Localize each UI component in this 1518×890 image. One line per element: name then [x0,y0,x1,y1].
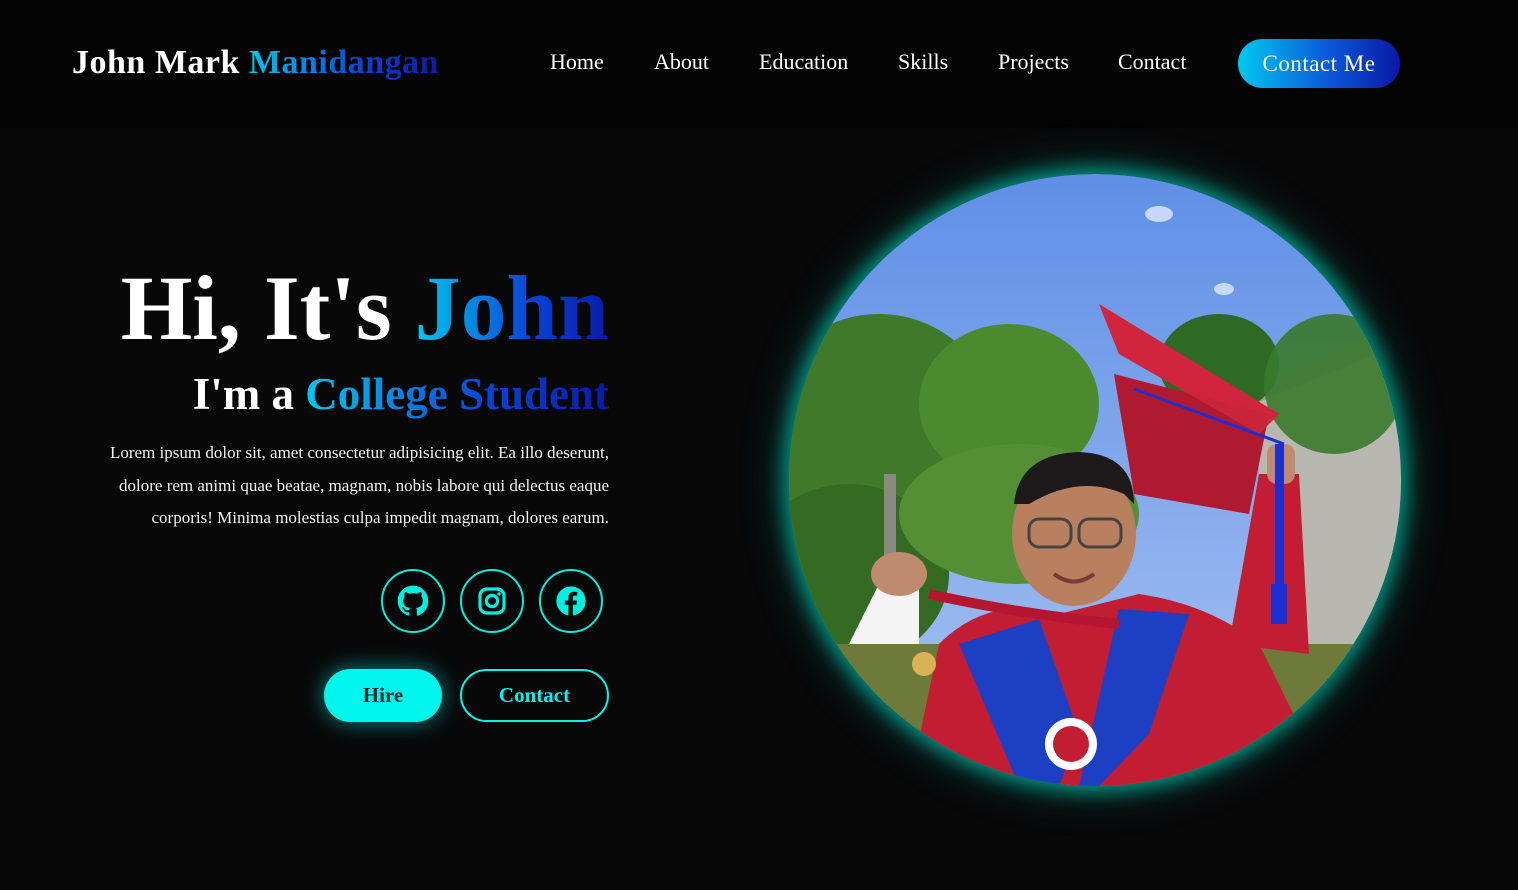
nav-contact[interactable]: Contact [1118,49,1186,75]
site-header: John Mark Manidangan Home About Educatio… [0,0,1518,128]
nav-projects[interactable]: Projects [998,49,1069,75]
hire-button[interactable]: Hire [324,669,442,722]
nav-about[interactable]: About [654,49,709,75]
hero-role: I'm a College Student [193,372,609,417]
instagram-link[interactable] [460,569,524,633]
greeting-name: John [414,257,609,359]
logo-first-name: John Mark [72,44,240,81]
site-logo[interactable]: John Mark Manidangan [72,44,439,82]
role-prefix: I'm a [192,369,294,419]
facebook-icon [556,586,586,616]
greeting-prefix: Hi, It's [120,257,392,359]
github-icon [397,585,429,616]
nav-skills[interactable]: Skills [898,49,948,75]
nav-home[interactable]: Home [550,49,604,75]
contact-me-button[interactable]: Contact Me [1238,39,1400,88]
graduation-photo-image [789,174,1401,786]
facebook-link[interactable] [539,569,603,633]
logo-last-name: Manidangan [248,44,440,81]
contact-button[interactable]: Contact [460,669,609,722]
hero-greeting: Hi, It's John [121,262,609,354]
github-link[interactable] [381,569,445,633]
profile-photo [789,174,1401,786]
hero-description: Lorem ipsum dolor sit, amet consectetur … [109,443,609,527]
nav-education[interactable]: Education [759,49,848,75]
instagram-icon [478,587,506,615]
role-text: College Student [305,369,609,419]
